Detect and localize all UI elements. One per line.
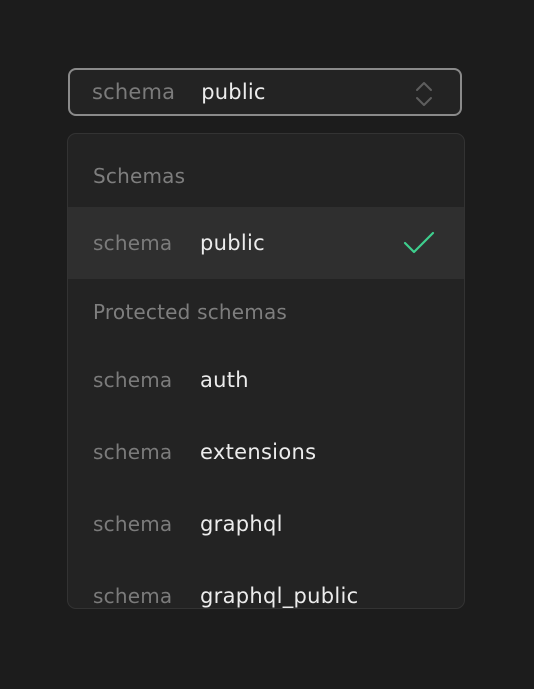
schema-dropdown-listbox: Schemas schema public Protected schemas … xyxy=(67,133,465,609)
option-name: public xyxy=(200,231,265,255)
option-name: extensions xyxy=(200,440,317,464)
option-prefix-label: schema xyxy=(93,584,173,608)
option-public[interactable]: schema public xyxy=(68,207,464,279)
option-extensions[interactable]: schema extensions xyxy=(68,416,464,488)
option-prefix-label: schema xyxy=(93,440,173,464)
option-name: graphql_public xyxy=(200,584,359,608)
schema-select-trigger[interactable]: schema public xyxy=(68,68,462,116)
option-prefix-label: schema xyxy=(93,231,173,255)
option-name: auth xyxy=(200,368,249,392)
group-heading-protected-schemas: Protected schemas xyxy=(93,300,288,324)
option-auth[interactable]: schema auth xyxy=(68,344,464,416)
option-name: graphql xyxy=(200,512,283,536)
option-prefix-label: schema xyxy=(93,512,173,536)
option-prefix-label: schema xyxy=(93,368,173,392)
option-graphql[interactable]: schema graphql xyxy=(68,488,464,560)
option-graphql-public[interactable]: schema graphql_public xyxy=(68,560,464,608)
chevron-up-down-icon xyxy=(416,82,432,106)
trigger-selected-value: public xyxy=(201,80,266,104)
group-heading-schemas: Schemas xyxy=(93,164,186,188)
trigger-prefix-label: schema xyxy=(92,80,176,104)
check-icon xyxy=(403,231,435,254)
